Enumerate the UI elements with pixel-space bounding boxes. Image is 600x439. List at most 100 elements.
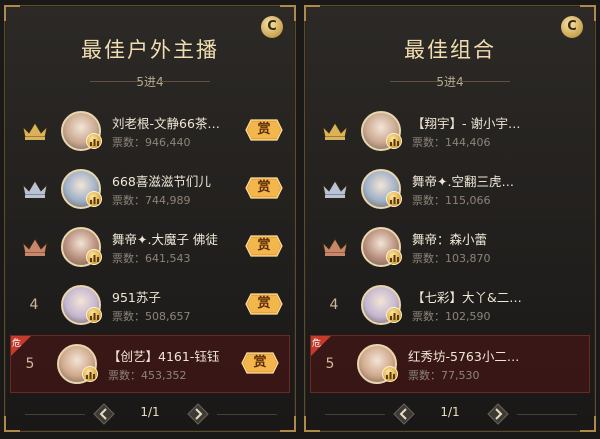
vote-count-value: 508,657 bbox=[145, 310, 191, 323]
vote-count: 票数：641,543 bbox=[112, 250, 191, 266]
frame-corner bbox=[304, 5, 320, 21]
ranking-row: 刘老根-文静66茶… 票数：946,440 赏 bbox=[15, 103, 285, 161]
vote-count-label: 票数： bbox=[112, 310, 145, 323]
vote-count-value: 453,352 bbox=[141, 369, 187, 382]
crown-bronze-icon bbox=[322, 238, 348, 256]
anchor-name[interactable]: 红秀坊-5763小二… bbox=[408, 346, 548, 365]
crown-silver-icon bbox=[22, 180, 48, 198]
vote-count-value: 115,066 bbox=[445, 194, 491, 207]
next-page-button[interactable] bbox=[187, 403, 209, 425]
page-indicator: 1/1 bbox=[440, 405, 460, 419]
bar-chart-badge-icon bbox=[386, 307, 402, 323]
rank-indicator: 4 bbox=[317, 277, 351, 335]
ranking-row: 668喜滋滋节们儿 票数：744,989 赏 bbox=[15, 161, 285, 219]
ranking-panel-group: C 最佳组合 5进4 【翔宇】- 谢小宇… 票数：144,406 舞帝✦.空翻三虎…… bbox=[304, 5, 596, 432]
bar-chart-badge-icon bbox=[382, 366, 398, 382]
rank-indicator bbox=[317, 219, 351, 277]
crown-silver-icon bbox=[322, 180, 348, 198]
vote-count-label: 票数： bbox=[412, 136, 445, 149]
reward-button[interactable]: 赏 bbox=[245, 292, 283, 316]
frame-corner bbox=[280, 5, 296, 21]
ranking-panel-outdoor: C 最佳户外主播 5进4 刘老根-文静66茶… 票数：946,440 赏 668喜滋滋… bbox=[4, 5, 296, 432]
anchor-name[interactable]: 舞帝：森小蕾 bbox=[412, 229, 552, 248]
rank-indicator: 5 bbox=[13, 336, 47, 394]
anchor-name[interactable]: 【七彩】大丫&二… bbox=[412, 287, 552, 306]
rank-indicator: 5 bbox=[313, 336, 347, 394]
bar-chart-badge-icon bbox=[86, 249, 102, 265]
chevron-right-icon bbox=[487, 403, 509, 425]
vote-count-value: 641,543 bbox=[145, 252, 191, 265]
crown-gold-icon bbox=[322, 122, 348, 140]
rank-indicator: 4 bbox=[17, 277, 51, 335]
rank-number: 4 bbox=[29, 297, 39, 313]
vote-count: 票数：744,989 bbox=[112, 192, 191, 208]
anchor-name[interactable]: 舞帝✦.空翻三虎… bbox=[412, 171, 552, 190]
stage-label: 5进4 bbox=[436, 75, 464, 89]
ranking-list: 刘老根-文静66茶… 票数：946,440 赏 668喜滋滋节们儿 票数：744,989… bbox=[10, 103, 290, 393]
crown-gold-icon bbox=[22, 122, 48, 140]
ranking-row: 危 5 红秀坊-5763小二… 票数：77,530 bbox=[310, 335, 590, 393]
anchor-name[interactable]: 舞帝✦.大魔子 佛徒 bbox=[112, 229, 252, 248]
vote-count: 票数：102,590 bbox=[412, 308, 491, 324]
reward-button-label: 赏 bbox=[253, 355, 267, 370]
panel-title: 最佳组合 bbox=[404, 38, 496, 62]
rank-indicator bbox=[17, 161, 51, 219]
vote-count: 票数：115,066 bbox=[412, 192, 491, 208]
next-page-button[interactable] bbox=[487, 403, 509, 425]
vote-count-value: 103,870 bbox=[445, 252, 491, 265]
anchor-name[interactable]: 668喜滋滋节们儿 bbox=[112, 171, 252, 190]
ranking-row: 4 951苏子票数：508,657 赏 bbox=[15, 277, 285, 335]
bar-chart-badge-icon bbox=[86, 191, 102, 207]
vote-count-value: 144,406 bbox=[445, 136, 491, 149]
vote-count-label: 票数： bbox=[112, 194, 145, 207]
crown-bronze-icon bbox=[22, 238, 48, 256]
vote-count-label: 票数： bbox=[412, 194, 445, 207]
reward-button-label: 赏 bbox=[257, 296, 271, 311]
ranking-row: 舞帝✦.大魔子 佛徒 票数：641,543 赏 bbox=[15, 219, 285, 277]
reward-button-label: 赏 bbox=[257, 238, 271, 253]
reward-button[interactable]: 赏 bbox=[245, 234, 283, 258]
anchor-name[interactable]: 951苏子 bbox=[112, 287, 252, 306]
rank-number: 4 bbox=[329, 297, 339, 313]
ranking-list: 【翔宇】- 谢小宇… 票数：144,406 舞帝✦.空翻三虎… 票数：115,066 舞… bbox=[310, 103, 590, 393]
vote-count-value: 744,989 bbox=[145, 194, 191, 207]
ranking-row: 危 5 【创艺】4161-钰钰 票数：453,352 赏 bbox=[10, 335, 290, 393]
anchor-name[interactable]: 【创艺】4161-钰钰 bbox=[108, 346, 248, 365]
stage-label: 5进4 bbox=[136, 75, 164, 89]
vote-count-value: 102,590 bbox=[445, 310, 491, 323]
vote-count-label: 票数： bbox=[112, 136, 145, 149]
pagination: 1/1 bbox=[305, 401, 595, 427]
ranking-row: 舞帝✦.空翻三虎… 票数：115,066 bbox=[315, 161, 585, 219]
vote-count-label: 票数： bbox=[108, 369, 141, 382]
vote-count-label: 票数： bbox=[408, 369, 441, 382]
bar-chart-badge-icon bbox=[86, 133, 102, 149]
frame-corner bbox=[580, 5, 596, 21]
stage-indicator: 5进4 bbox=[305, 73, 595, 89]
rank-indicator bbox=[317, 103, 351, 161]
ranking-row: 舞帝：森小蕾 票数：103,870 bbox=[315, 219, 585, 277]
vote-count-label: 票数： bbox=[412, 310, 445, 323]
reward-button[interactable]: 赏 bbox=[245, 176, 283, 200]
reward-button[interactable]: 赏 bbox=[241, 351, 279, 375]
reward-button-label: 赏 bbox=[257, 180, 271, 195]
anchor-name[interactable]: 【翔宇】- 谢小宇… bbox=[412, 113, 552, 132]
vote-count: 票数：77,530 bbox=[408, 367, 480, 383]
vote-count: 票数：508,657 bbox=[112, 308, 191, 324]
stage-indicator: 5进4 bbox=[5, 73, 295, 89]
rank-number: 5 bbox=[25, 356, 35, 372]
vote-count-label: 票数： bbox=[112, 252, 145, 265]
anchor-name[interactable]: 刘老根-文静66茶… bbox=[112, 113, 252, 132]
rank-indicator bbox=[317, 161, 351, 219]
frame-corner bbox=[4, 5, 20, 21]
reward-button[interactable]: 赏 bbox=[245, 118, 283, 142]
rank-number: 5 bbox=[325, 356, 335, 372]
vote-count-value: 77,530 bbox=[441, 369, 480, 382]
ranking-row: 【翔宇】- 谢小宇… 票数：144,406 bbox=[315, 103, 585, 161]
bar-chart-badge-icon bbox=[82, 366, 98, 382]
vote-count-value: 946,440 bbox=[145, 136, 191, 149]
bar-chart-badge-icon bbox=[386, 133, 402, 149]
panel-title: 最佳户外主播 bbox=[81, 38, 219, 62]
vote-count: 票数：103,870 bbox=[412, 250, 491, 266]
reward-button-label: 赏 bbox=[257, 122, 271, 137]
vote-count: 票数：946,440 bbox=[112, 134, 191, 150]
